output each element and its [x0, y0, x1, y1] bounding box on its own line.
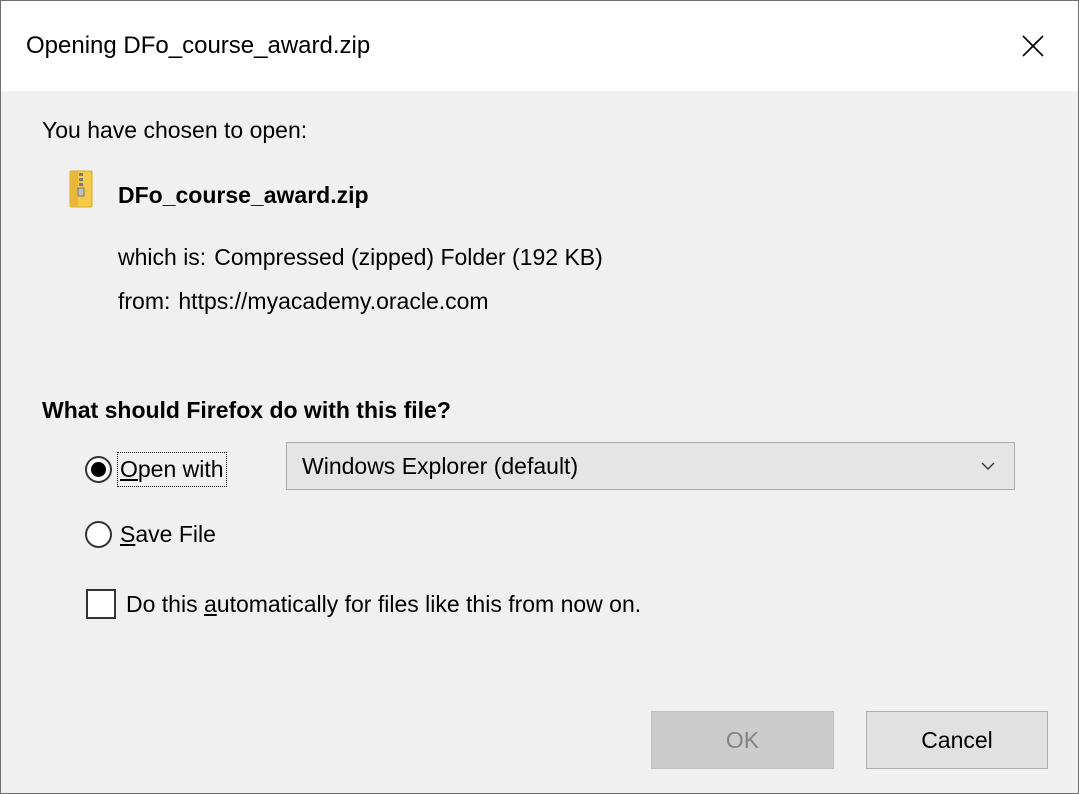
- file-type-label: which is:: [118, 244, 207, 270]
- window-title: Opening DFo_course_award.zip: [26, 32, 371, 59]
- auto-action-label[interactable]: Do this automatically for files like thi…: [126, 591, 641, 618]
- file-type-value: Compressed (zipped) Folder (192 KB): [214, 244, 603, 270]
- file-name: DFo_course_award.zip: [118, 182, 369, 208]
- close-button[interactable]: [988, 1, 1078, 91]
- auto-action-accesskey: a: [203, 590, 217, 617]
- save-file-label-text: ave File: [135, 521, 216, 547]
- auto-action-label-pre: Do this: [126, 590, 204, 617]
- file-source-label: from:: [118, 288, 171, 314]
- open-with-label-text: pen with: [137, 456, 224, 482]
- cancel-button[interactable]: Cancel: [866, 711, 1048, 769]
- file-type-line: which is: Compressed (zipped) Folder (192…: [118, 244, 603, 271]
- open-with-label[interactable]: Open with: [117, 452, 227, 487]
- ok-button[interactable]: OK: [651, 711, 834, 769]
- save-file-label[interactable]: Save File: [118, 518, 218, 551]
- chevron-down-icon: [981, 462, 995, 470]
- open-with-accesskey: O: [120, 456, 138, 482]
- open-prompt: You have chosen to open:: [42, 117, 308, 143]
- save-file-accesskey: S: [120, 521, 136, 547]
- auto-action-option[interactable]: Do this automatically for files like thi…: [86, 589, 641, 619]
- action-question: What should Firefox do with this file?: [42, 397, 451, 423]
- zip-folder-icon: [69, 170, 93, 208]
- save-file-radio[interactable]: [85, 521, 112, 548]
- title-bar: Opening DFo_course_award.zip: [1, 1, 1078, 91]
- open-with-radio[interactable]: [85, 456, 112, 483]
- close-icon: [1022, 35, 1044, 57]
- application-select[interactable]: Windows Explorer (default): [286, 442, 1015, 490]
- save-file-option[interactable]: Save File: [85, 518, 218, 551]
- download-dialog: Opening DFo_course_award.zip You have ch…: [0, 0, 1079, 794]
- file-source-value: https://myacademy.oracle.com: [178, 288, 489, 314]
- open-with-option[interactable]: Open with: [85, 452, 227, 487]
- application-select-value: Windows Explorer (default): [302, 452, 579, 479]
- radio-selected-dot: [91, 462, 106, 477]
- auto-action-checkbox[interactable]: [86, 589, 116, 619]
- auto-action-label-post: utomatically for files like this from no…: [216, 590, 642, 617]
- file-source-line: from: https://myacademy.oracle.com: [118, 288, 489, 315]
